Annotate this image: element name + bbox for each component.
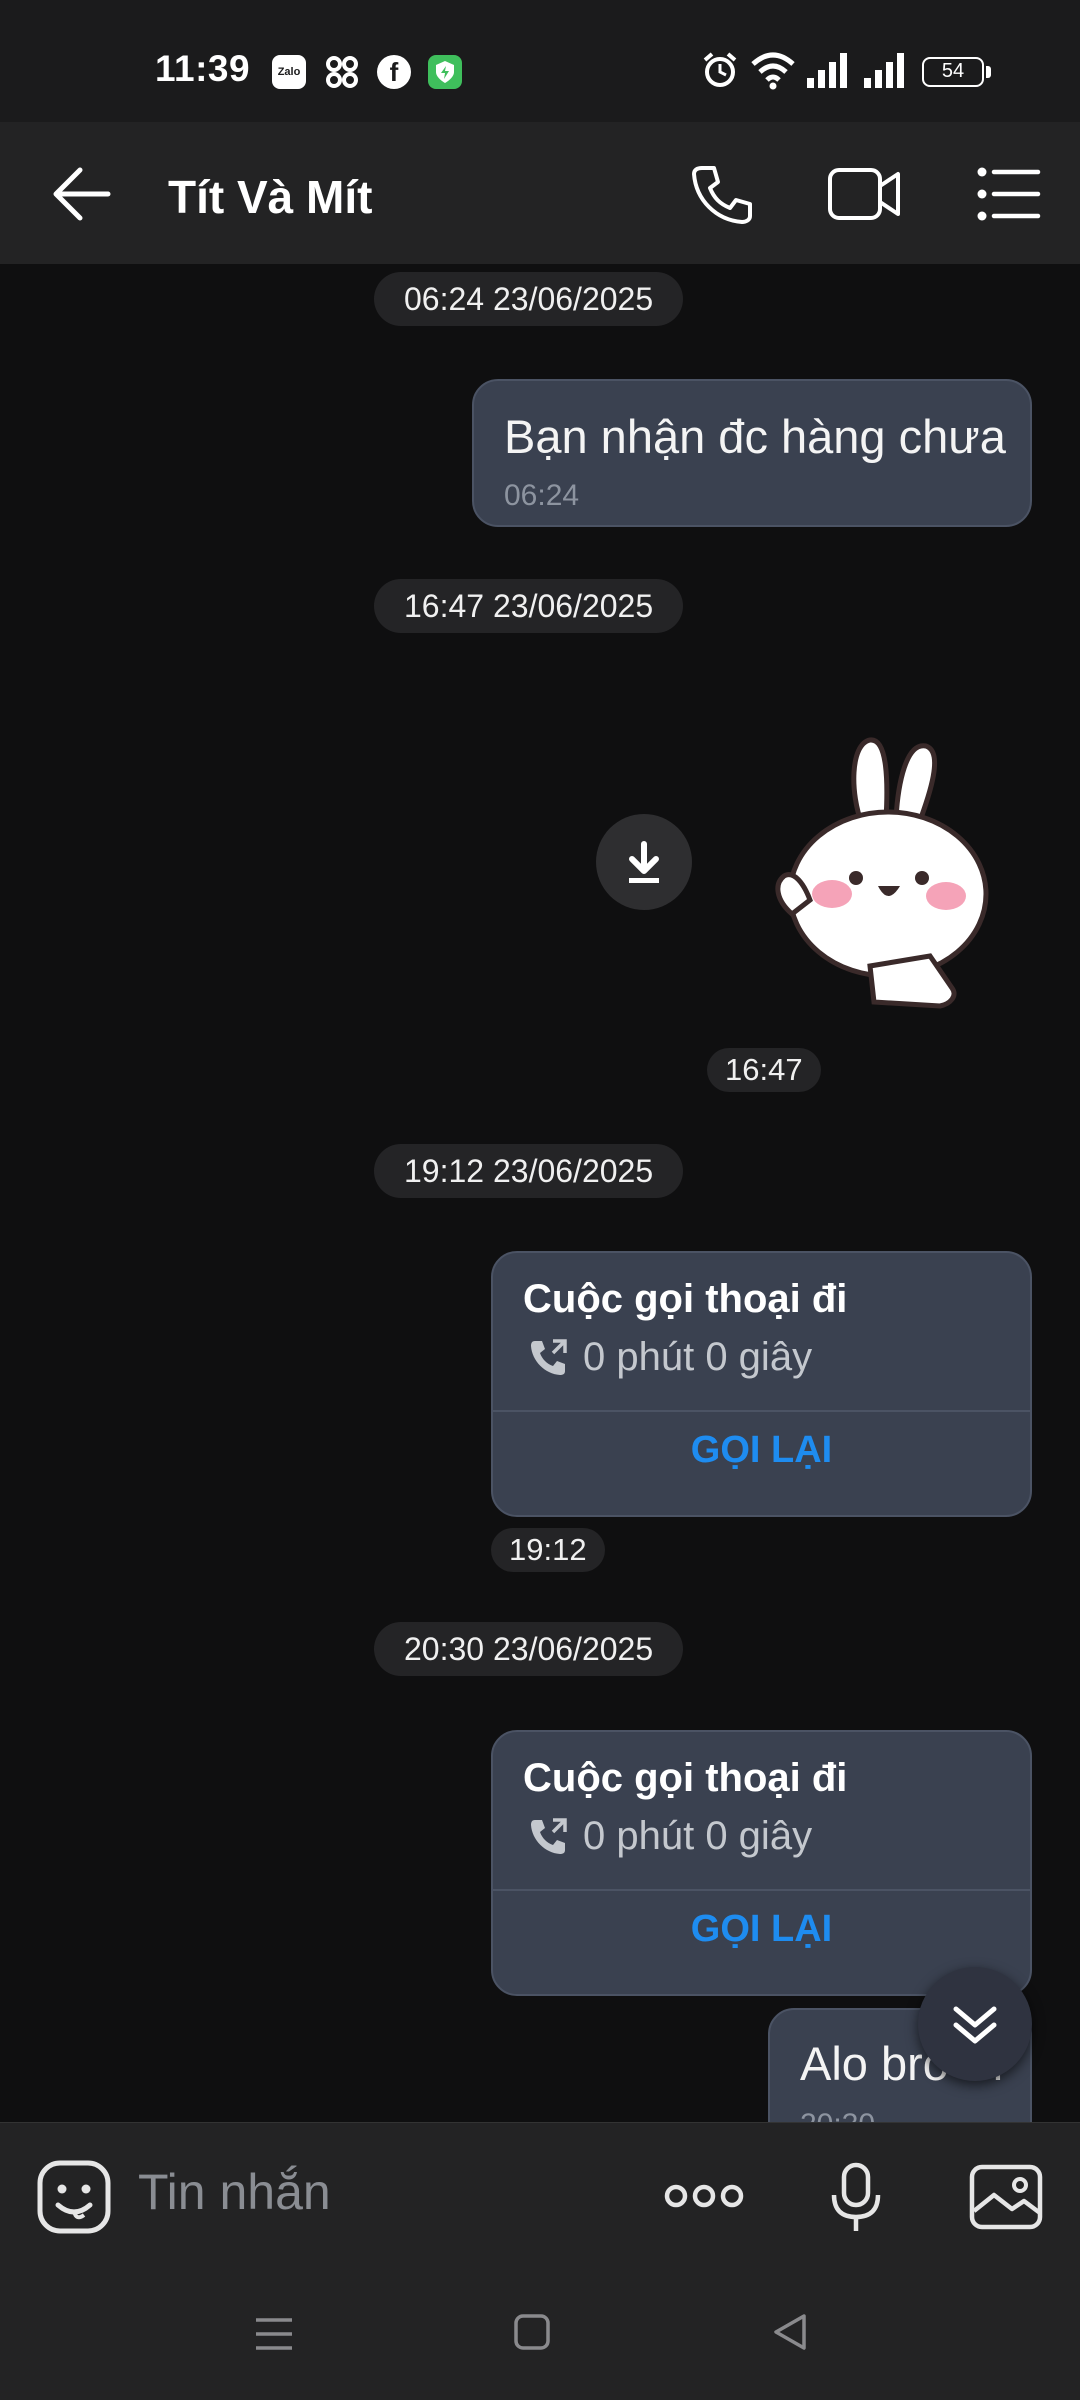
system-navigation-bar: [0, 2268, 1080, 2400]
outgoing-call-icon: [531, 1818, 567, 1854]
sticker-time: 16:47: [707, 1048, 821, 1092]
status-time: 11:39: [155, 48, 251, 89]
back-icon[interactable]: [770, 2312, 810, 2352]
battery-tip: [986, 66, 991, 78]
call-title: Cuộc gọi thoại đi: [523, 1756, 848, 1800]
wifi-icon: [751, 52, 795, 90]
conversation-title[interactable]: Tít Và Mít: [168, 170, 372, 224]
shield-icon: [428, 55, 462, 89]
call-back-button[interactable]: GỌI LẠI: [493, 1908, 1030, 1951]
more-options-icon[interactable]: [664, 2178, 744, 2214]
emoji-icon[interactable]: [36, 2159, 112, 2235]
video-camera-icon[interactable]: [826, 164, 902, 224]
double-chevron-down-icon: [953, 2006, 997, 2044]
call-card: Cuộc gọi thoại đi 0 phút 0 giây GỌI LẠI: [491, 1730, 1032, 1996]
momo-icon: [325, 55, 359, 89]
message-text: Bạn nhận đc hàng chưa: [504, 410, 1006, 463]
divider: [493, 1889, 1030, 1891]
date-separator: 19:12 23/06/2025: [374, 1144, 684, 1198]
chat-header: Tít Và Mít: [0, 122, 1080, 264]
divider: [493, 1410, 1030, 1412]
message-input-bar: Tin nhắn: [0, 2122, 1080, 2268]
date-separator: 16:47 23/06/2025: [374, 579, 684, 633]
zalo-icon: Zalo: [272, 55, 306, 89]
signal-icon-1: [807, 53, 847, 88]
back-arrow-icon[interactable]: [52, 166, 112, 222]
bunny-sticker[interactable]: [770, 734, 1000, 1014]
status-bar: 11:39 Zalo f 54: [0, 0, 1080, 122]
call-duration: 0 phút 0 giây: [583, 1335, 813, 1379]
scroll-to-bottom-button[interactable]: [918, 1967, 1032, 2081]
download-button[interactable]: [596, 814, 692, 910]
microphone-icon[interactable]: [830, 2161, 882, 2235]
battery-indicator: 54: [922, 57, 984, 87]
date-separator: 20:30 23/06/2025: [374, 1622, 684, 1676]
signal-icon-2: [864, 53, 904, 88]
message-time: 20:30: [800, 2108, 875, 2122]
call-duration: 0 phút 0 giây: [583, 1814, 813, 1858]
date-separator: 06:24 23/06/2025: [374, 272, 684, 326]
chat-area[interactable]: 06:24 23/06/2025 Bạn nhận đc hàng chưa 0…: [0, 264, 1080, 2122]
outgoing-call-icon: [531, 1339, 567, 1375]
recent-apps-icon[interactable]: [254, 2314, 294, 2354]
image-gallery-icon[interactable]: [968, 2163, 1044, 2231]
call-title: Cuộc gọi thoại đi: [523, 1277, 848, 1321]
call-card: Cuộc gọi thoại đi 0 phút 0 giây GỌI LẠI: [491, 1251, 1032, 1517]
facebook-icon: f: [377, 55, 411, 89]
menu-list-icon[interactable]: [976, 166, 1042, 222]
call-back-button[interactable]: GỌI LẠI: [493, 1429, 1030, 1472]
message-input[interactable]: Tin nhắn: [138, 2163, 331, 2221]
call-time: 19:12: [491, 1528, 605, 1572]
download-icon: [629, 841, 659, 883]
phone-icon[interactable]: [690, 162, 754, 226]
message-time: 06:24: [504, 479, 580, 512]
message-bubble[interactable]: Bạn nhận đc hàng chưa 06:24: [472, 379, 1032, 527]
alarm-icon: [703, 52, 737, 87]
home-icon[interactable]: [512, 2312, 552, 2352]
